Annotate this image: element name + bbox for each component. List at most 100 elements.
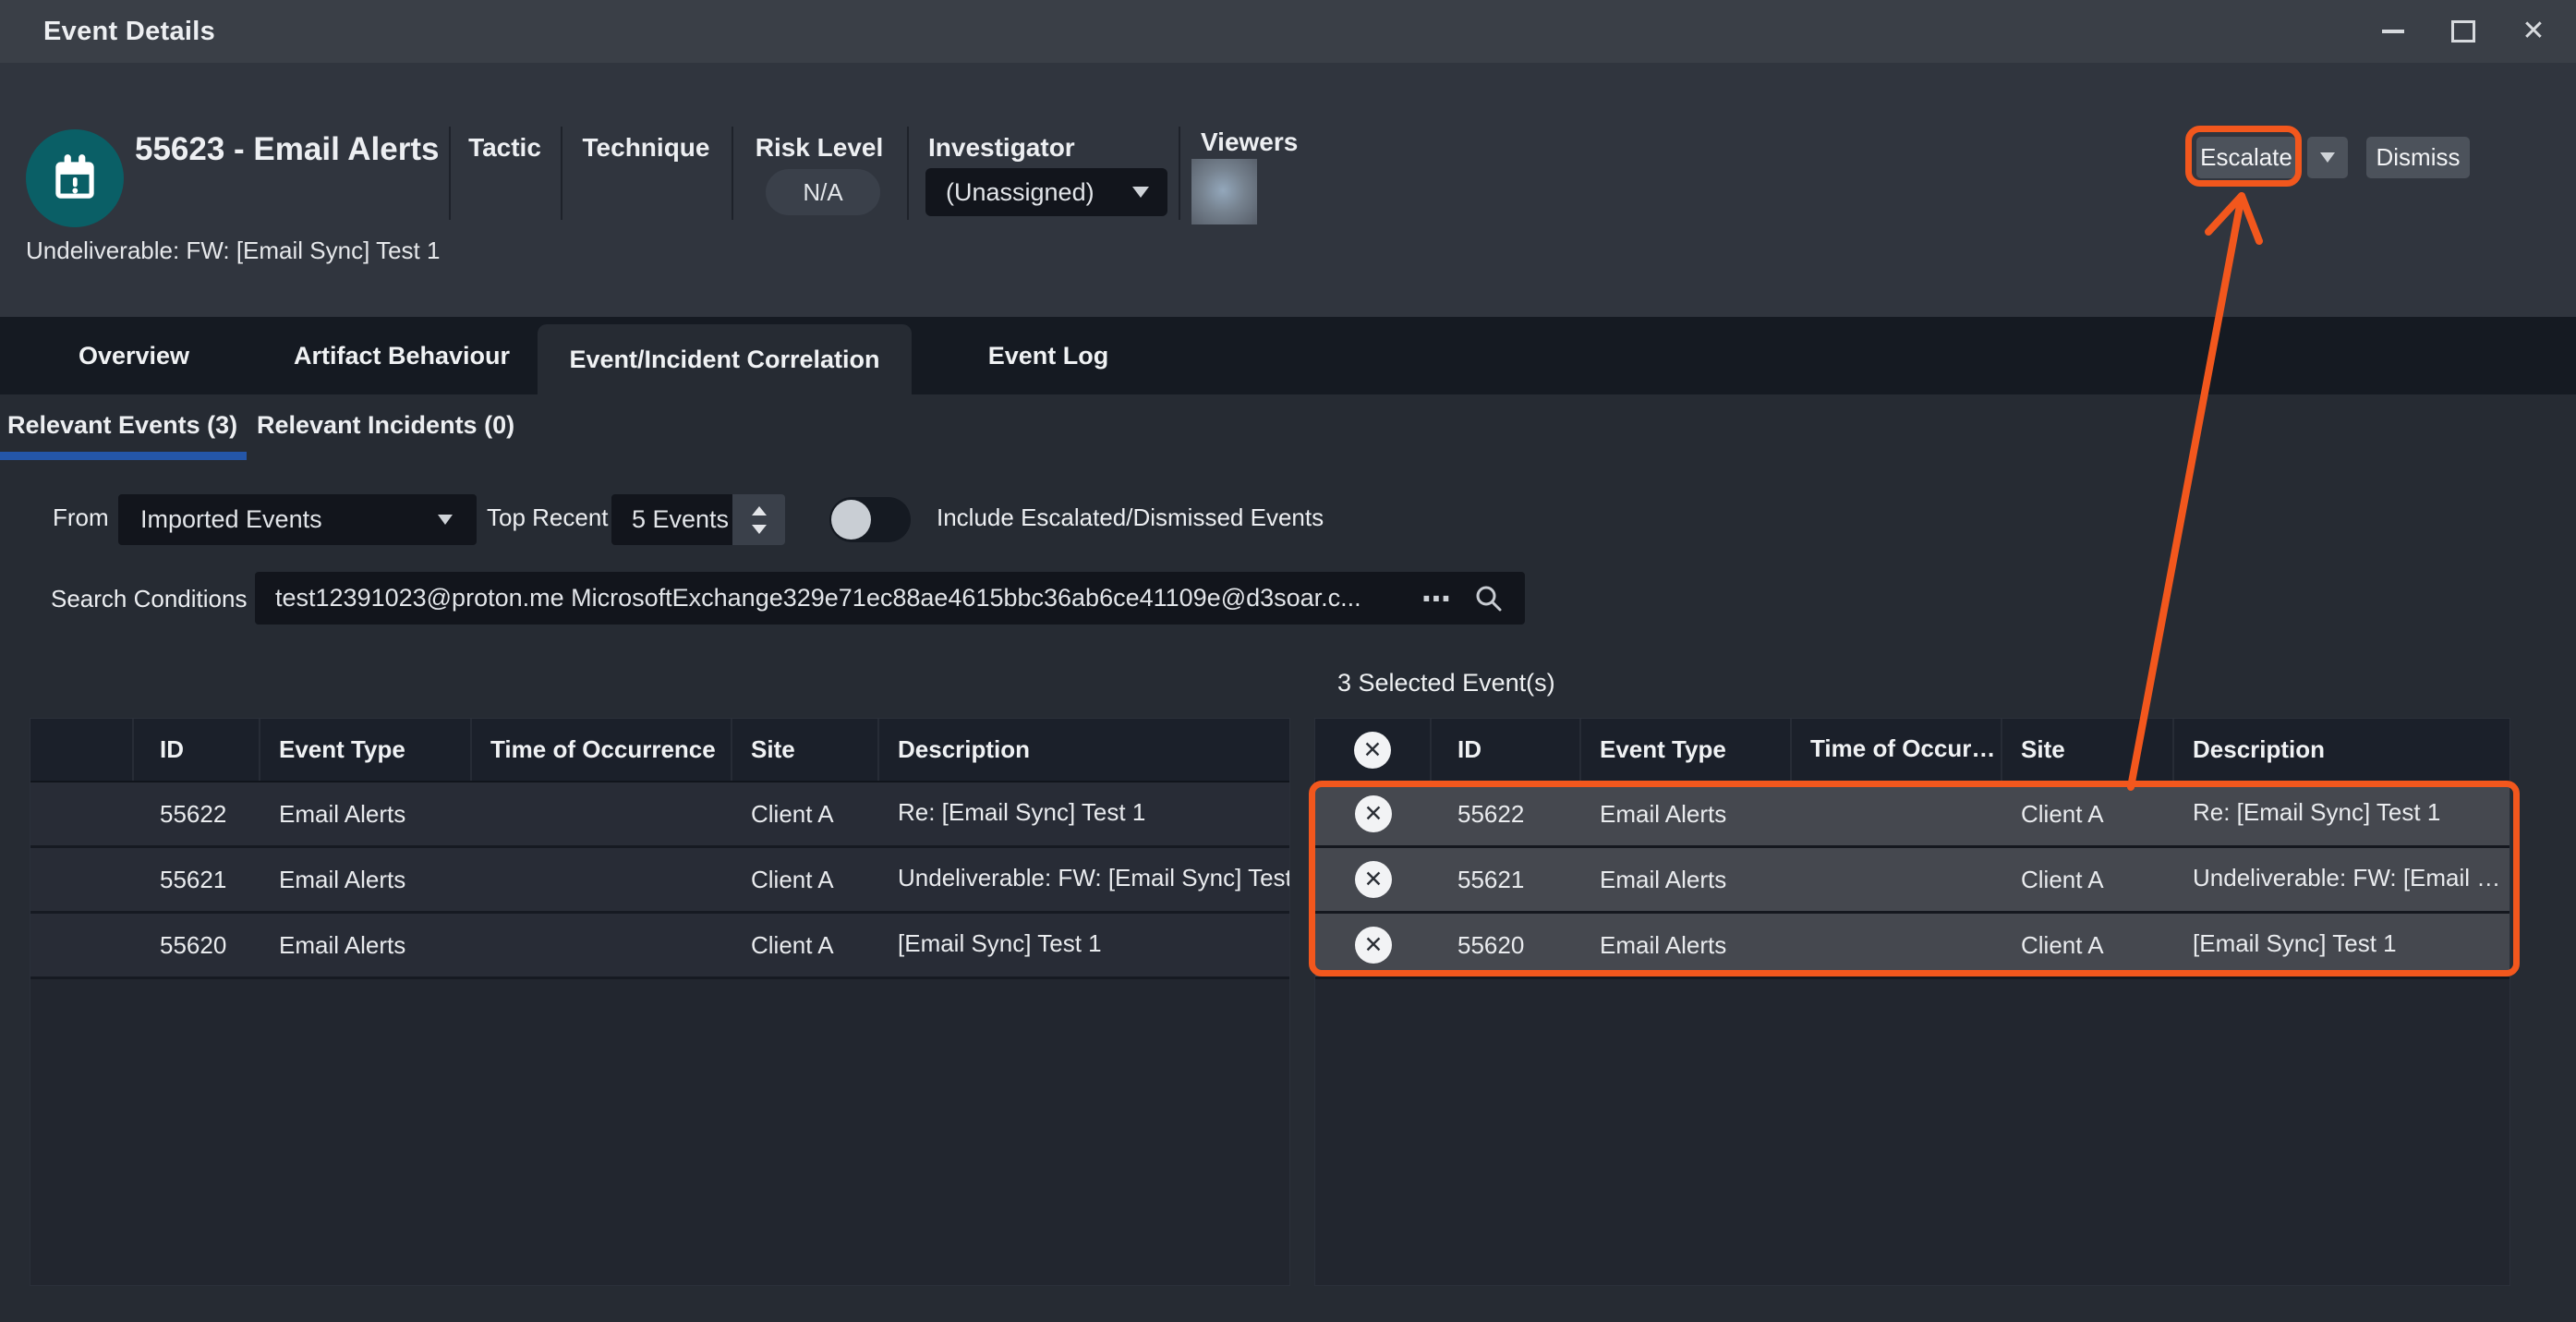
window-title: Event Details xyxy=(43,17,215,47)
event-site: Client A xyxy=(732,782,879,845)
table-row[interactable]: 55622 Email Alerts Client A Re: [Email S… xyxy=(30,782,1289,848)
remove-all-icon[interactable]: ✕ xyxy=(1354,732,1391,769)
event-time xyxy=(472,848,732,911)
escalate-options-button[interactable] xyxy=(2307,137,2348,178)
divider xyxy=(907,127,909,220)
from-value: Imported Events xyxy=(140,505,322,534)
remove-event-icon[interactable]: ✕ xyxy=(1355,795,1392,832)
tab-event-log[interactable]: Event Log xyxy=(942,317,1155,394)
table-row[interactable]: 55620 Email Alerts Client A [Email Sync]… xyxy=(30,914,1289,979)
remove-all-column-header: ✕ xyxy=(1315,719,1432,781)
viewer-avatar xyxy=(1191,159,1257,224)
event-type: Email Alerts xyxy=(260,782,472,845)
table-row[interactable]: 55621 Email Alerts Client A Undeliverabl… xyxy=(30,848,1289,914)
time-column-header[interactable]: Time of Occurrence xyxy=(1792,719,2002,781)
investigator-dropdown[interactable]: (Unassigned) xyxy=(925,168,1167,216)
event-description: [Email Sync] Test 1 xyxy=(2174,914,2509,976)
tab-event-incident-correlation[interactable]: Event/Incident Correlation xyxy=(538,324,912,394)
titlebar: Event Details ✕ xyxy=(0,0,2576,63)
event-type: Email Alerts xyxy=(1581,848,1792,911)
event-description: [Email Sync] Test 1 xyxy=(879,914,1289,976)
investigator-label: Investigator xyxy=(928,133,1075,163)
site-column-header[interactable]: Site xyxy=(732,719,879,781)
event-site: Client A xyxy=(732,848,879,911)
event-subtitle: Undeliverable: FW: [Email Sync] Test 1 xyxy=(26,237,440,265)
tactic-label: Tactic xyxy=(449,133,561,163)
description-column-header[interactable]: Description xyxy=(2174,719,2509,781)
risk-level-badge: N/A xyxy=(766,169,880,215)
investigator-value: (Unassigned) xyxy=(946,178,1094,207)
event-header: 55623 - Email Alerts Tactic Technique Ri… xyxy=(0,63,2576,317)
more-options-icon[interactable]: ⋯ xyxy=(1421,572,1453,625)
top-recent-spinner[interactable]: 5 Events xyxy=(611,494,785,545)
tab-overview[interactable]: Overview xyxy=(37,317,231,394)
minimize-icon xyxy=(2382,30,2404,33)
remove-event-icon[interactable]: ✕ xyxy=(1355,927,1392,964)
spinner-arrows[interactable] xyxy=(732,494,785,545)
event-type-column-header[interactable]: Event Type xyxy=(1581,719,1792,781)
event-time xyxy=(472,782,732,845)
selected-events-table: ✕ ID Event Type Time of Occurrence Site … xyxy=(1314,718,2510,1286)
tab-artifact-behaviour[interactable]: Artifact Behaviour xyxy=(259,317,545,394)
event-description: Re: [Email Sync] Test 1 xyxy=(879,782,1289,845)
event-type: Email Alerts xyxy=(260,914,472,976)
event-description: Undeliverable: FW: [Email Sync] Test 1 xyxy=(879,848,1289,911)
maximize-button[interactable] xyxy=(2449,17,2478,46)
event-id: 55620 xyxy=(134,914,260,976)
id-column-header[interactable]: ID xyxy=(134,719,260,781)
event-details-window: Event Details ✕ 55623 - Email Alerts Tac… xyxy=(0,0,2576,1322)
toggle-knob xyxy=(831,500,871,540)
event-type: Email Alerts xyxy=(1581,914,1792,976)
event-time xyxy=(472,914,732,976)
search-icon[interactable] xyxy=(1473,583,1505,619)
event-site: Client A xyxy=(2002,782,2174,845)
include-escalated-toggle[interactable] xyxy=(829,497,911,542)
divider xyxy=(1179,127,1180,220)
search-conditions-input[interactable]: test12391023@proton.me MicrosoftExchange… xyxy=(255,572,1525,625)
viewers-label: Viewers xyxy=(1201,127,1298,157)
event-alert-calendar-icon xyxy=(26,129,124,227)
chevron-down-icon xyxy=(2320,152,2335,163)
event-time xyxy=(1792,914,2002,976)
relevant-events-table: ID Event Type Time of Occurrence Site De… xyxy=(30,718,1290,1286)
event-description: Re: [Email Sync] Test 1 xyxy=(2174,782,2509,845)
site-column-header[interactable]: Site xyxy=(2002,719,2174,781)
search-conditions-label: Search Conditions xyxy=(51,585,247,613)
from-label: From xyxy=(53,503,109,532)
event-site: Client A xyxy=(732,914,879,976)
close-button[interactable]: ✕ xyxy=(2519,17,2548,46)
top-recent-label: Top Recent xyxy=(487,503,609,532)
spinner-down-icon xyxy=(752,525,767,534)
main-tabbar: Overview Artifact Behaviour Event/Incide… xyxy=(0,317,2576,394)
subtab-relevant-incidents[interactable]: Relevant Incidents (0) xyxy=(257,411,514,440)
event-id: 55620 xyxy=(1432,914,1581,976)
window-controls: ✕ xyxy=(2378,0,2548,63)
chevron-down-icon xyxy=(438,515,453,525)
id-column-header[interactable]: ID xyxy=(1432,719,1581,781)
correlation-content: Relevant Events (3) Relevant Incidents (… xyxy=(0,394,2576,1322)
spinner-up-icon xyxy=(752,506,767,515)
top-recent-value-box[interactable]: 5 Events xyxy=(611,494,732,545)
dismiss-button[interactable]: Dismiss xyxy=(2366,137,2470,178)
minimize-button[interactable] xyxy=(2378,17,2408,46)
from-dropdown[interactable]: Imported Events xyxy=(118,494,477,545)
event-type-column-header[interactable]: Event Type xyxy=(260,719,472,781)
chevron-down-icon xyxy=(1132,187,1149,198)
event-id: 55622 xyxy=(1432,782,1581,845)
selected-row[interactable]: ✕ 55622 Email Alerts Client A Re: [Email… xyxy=(1315,782,2509,848)
time-column-header[interactable]: Time of Occurrence xyxy=(472,719,732,781)
risk-level-label: Risk Level xyxy=(732,133,907,163)
technique-label: Technique xyxy=(561,133,732,163)
event-site: Client A xyxy=(2002,848,2174,911)
selected-row[interactable]: ✕ 55621 Email Alerts Client A Undelivera… xyxy=(1315,848,2509,914)
escalate-button[interactable]: Escalate xyxy=(2196,137,2296,178)
remove-event-icon[interactable]: ✕ xyxy=(1355,861,1392,898)
top-recent-value: 5 Events xyxy=(632,505,729,534)
subtab-relevant-events[interactable]: Relevant Events (3) xyxy=(7,411,237,440)
event-id: 55621 xyxy=(134,848,260,911)
close-icon: ✕ xyxy=(2522,18,2545,45)
description-column-header[interactable]: Description xyxy=(879,719,1289,781)
event-description: Undeliverable: FW: [Email Sync] Test 1 xyxy=(2174,848,2509,911)
selected-row[interactable]: ✕ 55620 Email Alerts Client A [Email Syn… xyxy=(1315,914,2509,979)
event-type: Email Alerts xyxy=(1581,782,1792,845)
